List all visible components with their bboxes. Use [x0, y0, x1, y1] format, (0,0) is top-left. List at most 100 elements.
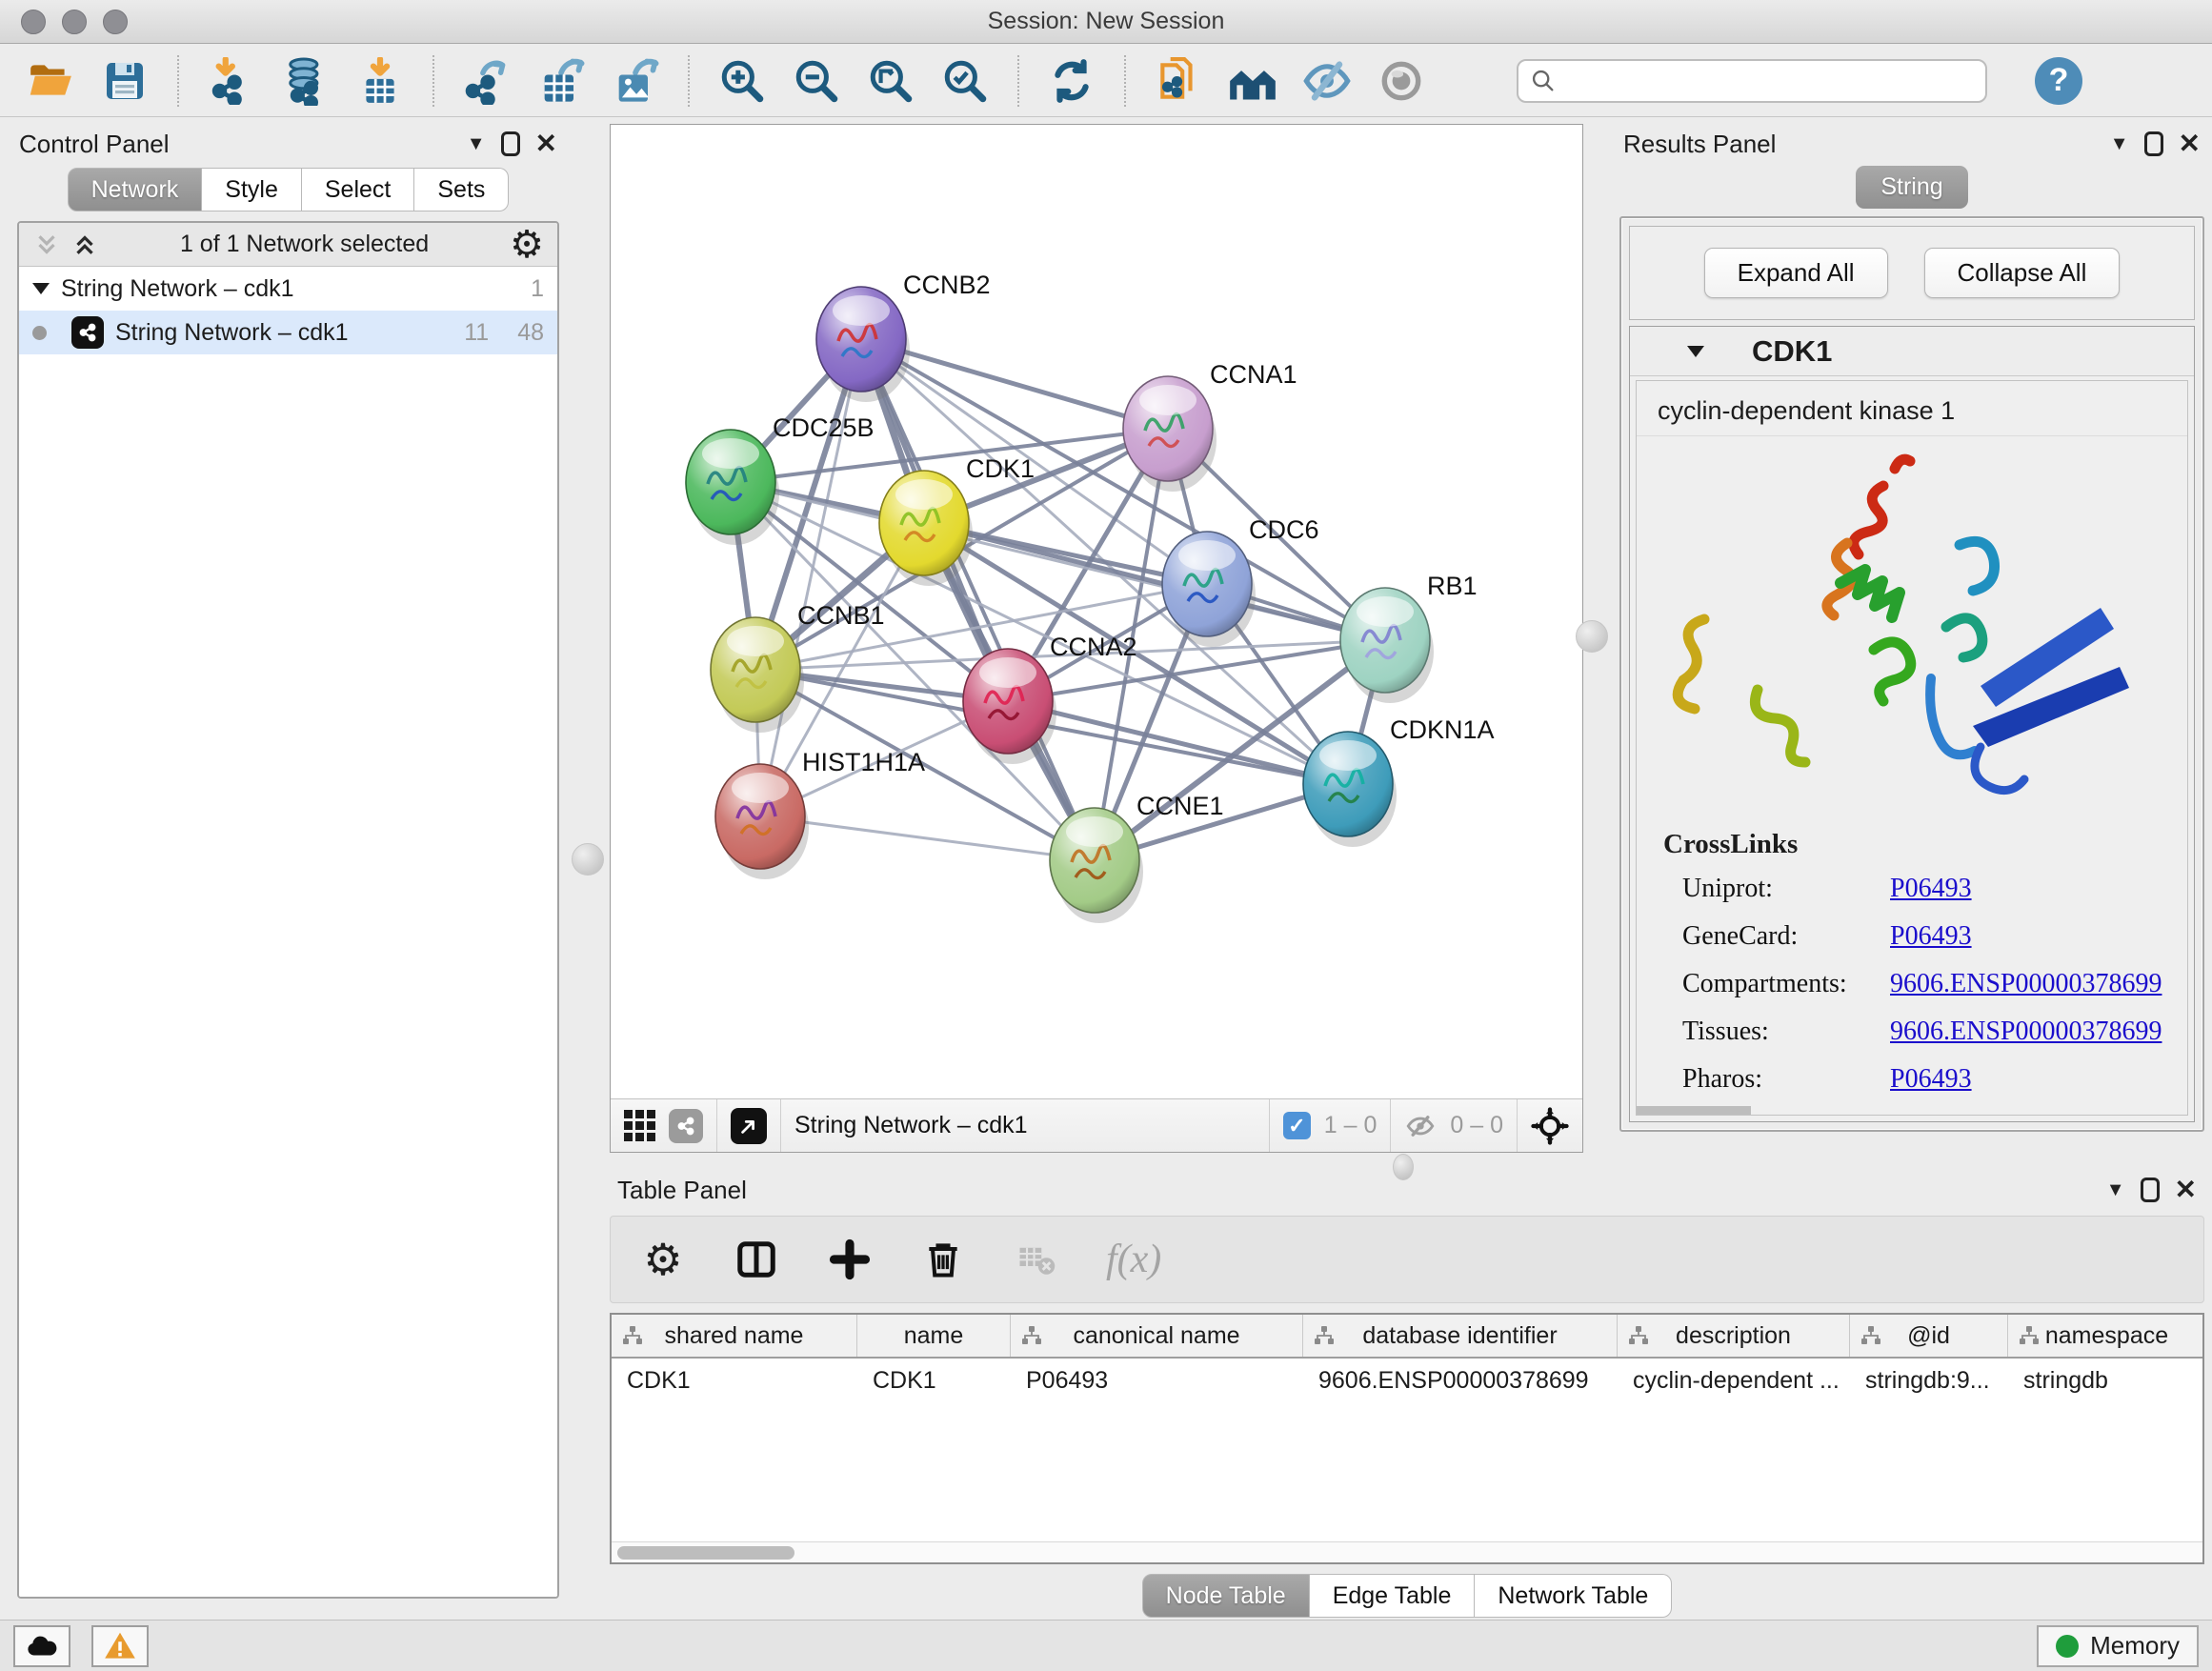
- network-node-CCNA2[interactable]: [963, 649, 1056, 764]
- collapse-all-icon[interactable]: [32, 231, 61, 259]
- open-session-icon[interactable]: [25, 55, 76, 107]
- panel-float-icon[interactable]: ▼: [467, 133, 486, 155]
- table-cell[interactable]: cyclin-dependent ...: [1618, 1367, 1850, 1395]
- panel-float-icon[interactable]: ▼: [2110, 133, 2129, 155]
- results-hscrollbar[interactable]: [1637, 1106, 1751, 1115]
- zoom-fit-icon[interactable]: [865, 55, 916, 107]
- network-edge[interactable]: [861, 339, 1095, 860]
- show-columns-icon[interactable]: [733, 1236, 780, 1283]
- network-node-CCNB2[interactable]: [816, 287, 910, 402]
- network-node-CDKN1A[interactable]: [1303, 732, 1397, 847]
- zoom-selected-icon[interactable]: [939, 55, 991, 107]
- column-header--id[interactable]: @id: [1850, 1315, 2008, 1357]
- table-settings-icon[interactable]: ⚙: [639, 1236, 687, 1283]
- table-row[interactable]: CDK1CDK1P064939606.ENSP00000378699cyclin…: [612, 1359, 2202, 1402]
- selected-checkbox-icon[interactable]: ✓: [1283, 1112, 1311, 1139]
- tab-node-table[interactable]: Node Table: [1142, 1574, 1310, 1618]
- duplicate-network-icon[interactable]: [1153, 55, 1204, 107]
- network-node-RB1[interactable]: [1340, 588, 1434, 703]
- tab-network-table[interactable]: Network Table: [1475, 1574, 1672, 1618]
- search-input[interactable]: [1564, 68, 1974, 94]
- panel-maximize-icon[interactable]: [2141, 1178, 2160, 1202]
- memory-button[interactable]: Memory: [2037, 1625, 2199, 1667]
- tab-edge-table[interactable]: Edge Table: [1310, 1574, 1476, 1618]
- pan-crosshair-icon[interactable]: [1531, 1107, 1569, 1145]
- import-network-icon[interactable]: [206, 55, 257, 107]
- help-icon[interactable]: ?: [2035, 57, 2082, 105]
- maximize-window-icon[interactable]: [103, 10, 128, 34]
- birdseye-icon[interactable]: [624, 1110, 655, 1141]
- network-edge[interactable]: [760, 339, 861, 816]
- column-header-description[interactable]: description: [1618, 1315, 1850, 1357]
- show-all-icon[interactable]: [1376, 55, 1427, 107]
- search-box[interactable]: [1517, 59, 1987, 103]
- table-cell[interactable]: stringdb: [2008, 1367, 2204, 1395]
- crosslink-link[interactable]: P06493: [1890, 874, 1972, 904]
- export-network-icon[interactable]: [461, 55, 513, 107]
- network-node-CCNA1[interactable]: [1123, 376, 1217, 492]
- crosslink-link[interactable]: 9606.ENSP00000378699: [1890, 969, 2162, 999]
- save-session-icon[interactable]: [99, 55, 151, 107]
- tab-network[interactable]: Network: [68, 168, 203, 211]
- table-hscrollbar-thumb[interactable]: [617, 1546, 794, 1560]
- export-table-icon[interactable]: [535, 55, 587, 107]
- expand-all-icon[interactable]: [70, 231, 99, 259]
- left-splitter-handle[interactable]: [572, 843, 604, 876]
- table-cell[interactable]: 9606.ENSP00000378699: [1303, 1367, 1618, 1395]
- string-footer-icon[interactable]: [669, 1109, 703, 1143]
- panel-maximize-icon[interactable]: [2144, 131, 2163, 156]
- panel-close-icon[interactable]: ✕: [2175, 1177, 2197, 1203]
- crosslink-link[interactable]: P06493: [1890, 921, 1972, 952]
- cloud-status-button[interactable]: [13, 1625, 70, 1667]
- table-cell[interactable]: P06493: [1011, 1367, 1303, 1395]
- section-collapse-icon[interactable]: [1687, 346, 1704, 357]
- network-row[interactable]: String Network – cdk1 11 48: [19, 311, 557, 354]
- right-splitter-handle[interactable]: [1576, 620, 1608, 653]
- network-node-CCNB1[interactable]: [711, 617, 804, 733]
- collection-expand-icon[interactable]: [32, 283, 50, 294]
- panel-close-icon[interactable]: ✕: [535, 131, 557, 157]
- column-header-shared-name[interactable]: shared name: [612, 1315, 857, 1357]
- zoom-out-icon[interactable]: [791, 55, 842, 107]
- tab-style[interactable]: Style: [202, 168, 302, 211]
- network-edge[interactable]: [760, 816, 1095, 860]
- tab-sets[interactable]: Sets: [414, 168, 509, 211]
- table-cell[interactable]: CDK1: [857, 1367, 1011, 1395]
- expand-all-button[interactable]: Expand All: [1704, 248, 1888, 298]
- collapse-all-button[interactable]: Collapse All: [1924, 248, 2121, 298]
- column-header-name[interactable]: name: [857, 1315, 1011, 1357]
- table-cell[interactable]: stringdb:9...: [1850, 1367, 2008, 1395]
- panel-maximize-icon[interactable]: [501, 131, 520, 156]
- network-canvas[interactable]: CCNB2CCNA1CDC25BCDK1CDC6RB1CCNB1CCNA2CDK…: [611, 125, 1582, 1098]
- column-header-namespace[interactable]: namespace: [2008, 1315, 2204, 1357]
- import-table-icon[interactable]: [354, 55, 406, 107]
- zoom-in-icon[interactable]: [716, 55, 768, 107]
- tab-select[interactable]: Select: [302, 168, 414, 211]
- add-column-icon[interactable]: [826, 1236, 874, 1283]
- import-network-database-icon[interactable]: [280, 55, 332, 107]
- crosslink-link[interactable]: 9606.ENSP00000378699: [1890, 1017, 2162, 1047]
- network-node-CDK1[interactable]: [879, 471, 973, 586]
- network-node-CDC6[interactable]: [1162, 532, 1256, 647]
- network-node-CCNE1[interactable]: [1050, 808, 1143, 923]
- column-header-canonical-name[interactable]: canonical name: [1011, 1315, 1303, 1357]
- panel-float-icon[interactable]: ▼: [2106, 1179, 2125, 1201]
- gear-icon[interactable]: ⚙: [510, 226, 544, 264]
- hide-selected-icon[interactable]: [1301, 55, 1353, 107]
- delete-column-icon[interactable]: [919, 1236, 967, 1283]
- export-image-icon[interactable]: [610, 55, 661, 107]
- close-window-icon[interactable]: [21, 10, 46, 34]
- gene-section-header[interactable]: CDK1: [1630, 327, 2194, 376]
- tab-string[interactable]: String: [1856, 166, 1967, 209]
- open-external-icon[interactable]: [731, 1108, 767, 1144]
- network-node-HIST1H1A[interactable]: [715, 764, 809, 879]
- sync-icon[interactable]: [1046, 55, 1097, 107]
- minimize-window-icon[interactable]: [62, 10, 87, 34]
- network-collection-row[interactable]: String Network – cdk1 1: [19, 267, 557, 311]
- crosslink-link[interactable]: P06493: [1890, 1064, 1972, 1095]
- first-neighbors-icon[interactable]: [1227, 55, 1278, 107]
- panel-close-icon[interactable]: ✕: [2179, 131, 2201, 157]
- column-header-database-identifier[interactable]: database identifier: [1303, 1315, 1618, 1357]
- warning-status-button[interactable]: [91, 1625, 149, 1667]
- table-cell[interactable]: CDK1: [612, 1367, 857, 1395]
